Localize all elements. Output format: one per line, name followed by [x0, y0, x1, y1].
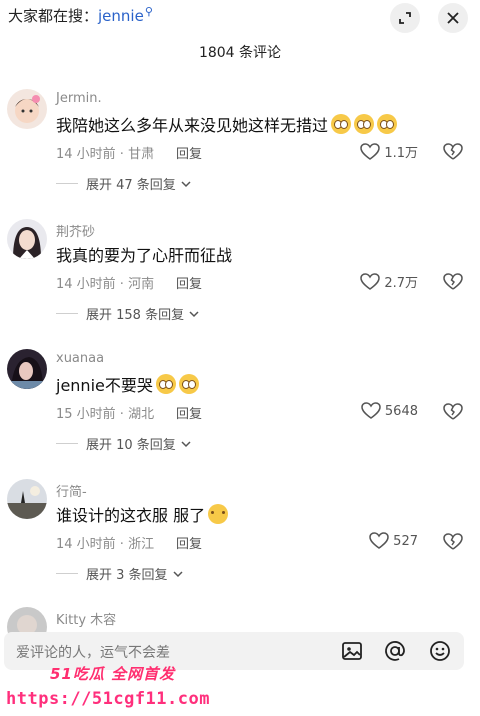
heart-icon: [360, 272, 381, 290]
expand-replies-button[interactable]: 展开 3 条回复: [56, 564, 184, 583]
reply-button[interactable]: 回复: [176, 533, 202, 552]
minimize-button[interactable]: [390, 3, 420, 33]
chevron-down-icon: [181, 440, 191, 447]
avatar[interactable]: [7, 349, 47, 389]
like-button[interactable]: 5648: [361, 402, 418, 420]
pleading-face-icon: [331, 114, 352, 134]
smile-emoji-icon: [208, 504, 229, 524]
avatar[interactable]: [7, 219, 47, 259]
comment-input-placeholder: 爱评论的人，运气不会差: [16, 645, 170, 661]
comment-text: 我陪她这么多年从来没见她这样无措过: [56, 112, 398, 136]
pleading-face-icon: [155, 374, 176, 394]
close-button[interactable]: [438, 3, 468, 33]
dislike-icon: [443, 273, 463, 290]
pleading-face-icon: [178, 374, 199, 394]
username[interactable]: 荆芥砂: [56, 221, 95, 240]
pleading-face-icon: [377, 114, 398, 134]
username[interactable]: Kitty 木容: [56, 609, 116, 628]
comment-meta: 14 小时前 · 甘肃: [56, 147, 155, 162]
expand-replies-button[interactable]: 展开 158 条回复: [56, 304, 200, 323]
watermark-brand: 51吃瓜 全网首发: [50, 665, 176, 683]
image-icon[interactable]: [340, 639, 364, 663]
search-keyword[interactable]: jennie: [98, 7, 144, 25]
expand-replies-button[interactable]: 展开 10 条回复: [56, 434, 192, 453]
heart-icon: [360, 142, 381, 160]
chevron-down-icon: [173, 570, 183, 577]
heart-icon: [369, 532, 389, 549]
username[interactable]: xuanaa: [56, 351, 104, 366]
like-button[interactable]: 1.1万: [360, 142, 418, 161]
dislike-button[interactable]: [443, 143, 463, 165]
watermark-url: https://51cgf11.com: [6, 689, 210, 709]
close-icon: [447, 12, 459, 24]
like-count: 5648: [384, 403, 418, 419]
chevron-down-icon: [189, 310, 199, 317]
top-bar: 大家都在搜：jennie⚲: [0, 0, 480, 34]
like-count: 2.7万: [384, 276, 418, 291]
comment-text: jennie不要哭: [56, 372, 199, 396]
avatar[interactable]: [7, 479, 47, 519]
comment-text: 谁设计的这衣服 服了: [56, 502, 229, 526]
like-count: 527: [393, 533, 418, 549]
reply-button[interactable]: 回复: [176, 273, 202, 292]
avatar[interactable]: [7, 89, 47, 129]
username[interactable]: Jermin.: [56, 91, 102, 106]
divider: [56, 183, 78, 184]
emoji-icon[interactable]: [428, 639, 452, 663]
search-suggestion[interactable]: 大家都在搜：jennie⚲: [8, 5, 153, 26]
dislike-button[interactable]: [443, 273, 463, 295]
divider: [56, 573, 78, 574]
comment-text: 我真的要为了心肝而征战: [56, 246, 233, 265]
divider: [56, 443, 78, 444]
expand-replies-button[interactable]: 展开 47 条回复: [56, 174, 192, 193]
username[interactable]: 行简-: [56, 481, 87, 500]
comment-meta: 14 小时前 · 河南: [56, 277, 155, 292]
like-count: 1.1万: [384, 146, 418, 161]
dislike-icon: [443, 533, 463, 550]
comment-meta: 14 小时前 · 浙江: [56, 537, 155, 552]
dislike-icon: [443, 143, 463, 160]
pleading-face-icon: [354, 114, 375, 134]
heart-icon: [361, 402, 381, 419]
minimize-icon: [399, 12, 411, 24]
comment-meta: 15 小时前 · 湖北: [56, 407, 155, 422]
dislike-icon: [443, 403, 463, 420]
dislike-button[interactable]: [443, 403, 463, 425]
dislike-button[interactable]: [443, 533, 463, 555]
at-icon[interactable]: [383, 639, 407, 663]
like-button[interactable]: 2.7万: [360, 272, 418, 291]
search-prefix: 大家都在搜：: [8, 7, 99, 25]
divider: [56, 313, 78, 314]
search-icon: ⚲: [144, 5, 153, 18]
like-button[interactable]: 527: [369, 532, 418, 550]
chevron-down-icon: [181, 180, 191, 187]
reply-button[interactable]: 回复: [176, 143, 202, 162]
comment-count-title: 1804 条评论: [198, 45, 282, 61]
reply-button[interactable]: 回复: [176, 403, 202, 422]
